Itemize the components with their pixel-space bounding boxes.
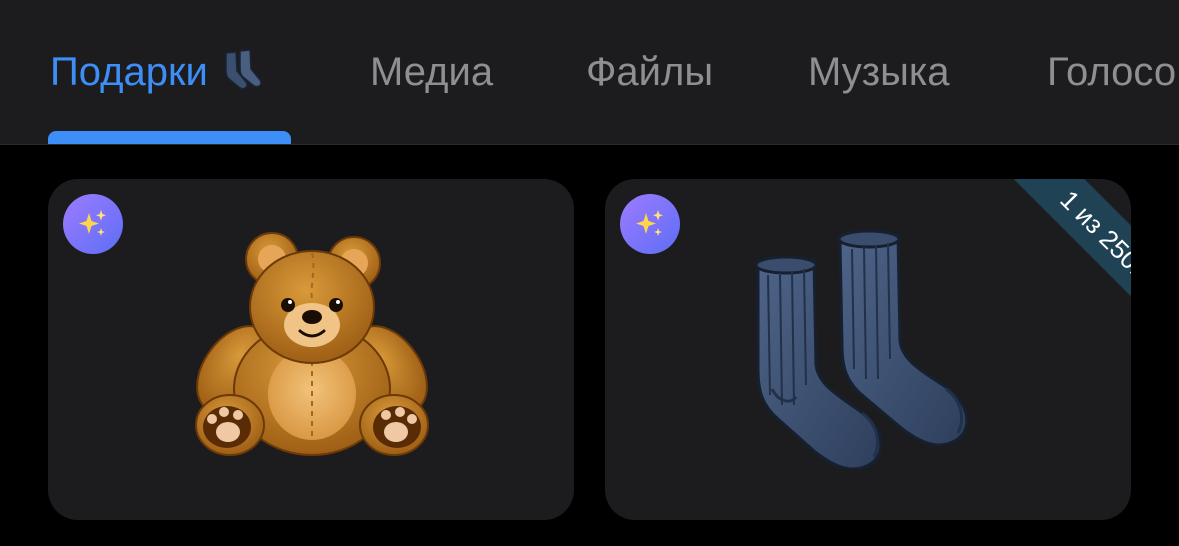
rarity-ribbon: 1 из 250K xyxy=(961,179,1131,349)
teddy-bear-image xyxy=(194,229,430,474)
tab-voice[interactable]: Голосо xyxy=(1047,48,1176,96)
gift-card-socks[interactable]: 1 из 250K xyxy=(605,179,1131,520)
sparkles-icon xyxy=(63,194,123,254)
media-tabs-bar: Подарки Медиа Файлы Музыка Голосо xyxy=(0,0,1179,145)
tab-gifts[interactable]: Подарки xyxy=(50,48,266,102)
tab-gifts-label: Подарки xyxy=(50,50,208,94)
rarity-ribbon-label: 1 из 250K xyxy=(999,179,1131,343)
active-tab-indicator xyxy=(48,131,291,144)
gift-card-teddy-bear[interactable] xyxy=(48,179,574,520)
tab-media[interactable]: Медиа xyxy=(370,48,493,96)
sparkles-icon xyxy=(620,194,680,254)
socks-image xyxy=(750,229,980,474)
socks-icon xyxy=(220,49,266,102)
tab-music[interactable]: Музыка xyxy=(808,48,949,96)
tab-files[interactable]: Файлы xyxy=(586,48,713,96)
